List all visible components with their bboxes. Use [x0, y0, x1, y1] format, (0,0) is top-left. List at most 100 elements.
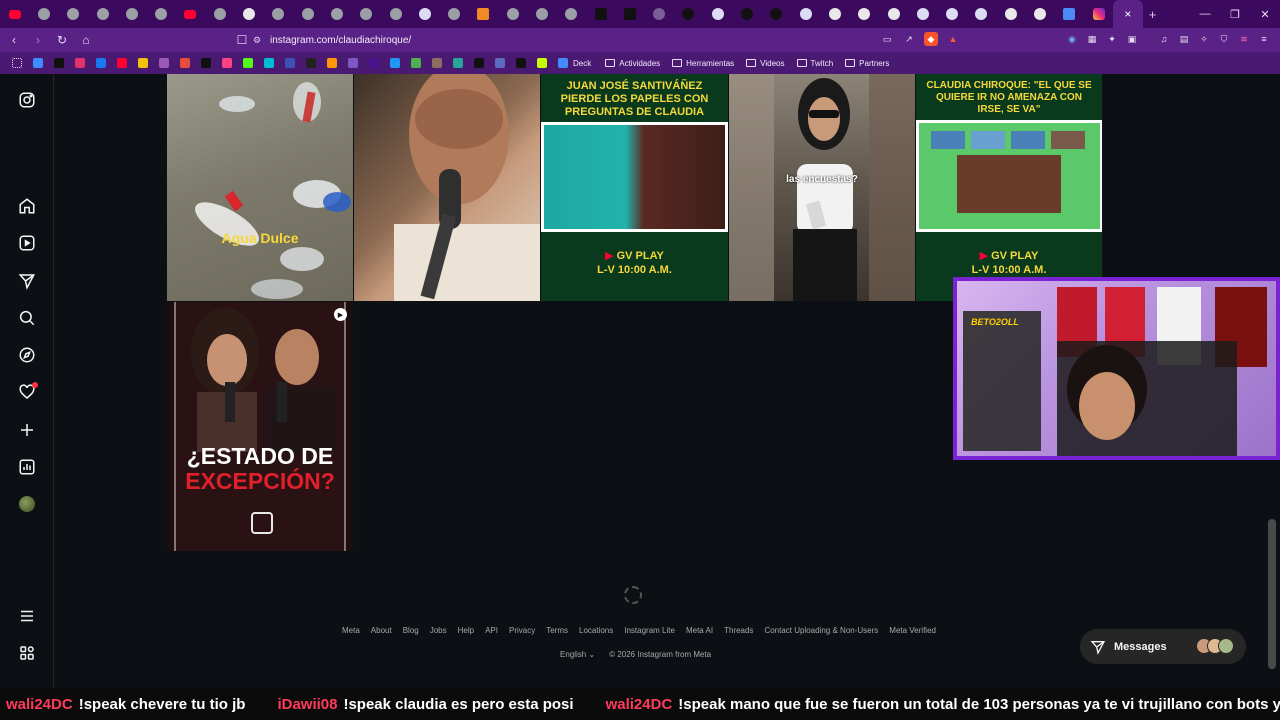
footer-link[interactable]: Meta Verified — [889, 626, 936, 635]
tab[interactable] — [439, 0, 468, 28]
notifications-heart-icon[interactable] — [16, 381, 38, 403]
tab[interactable] — [791, 0, 820, 28]
tab-active[interactable]: × — [1113, 0, 1143, 28]
close-icon[interactable]: × — [1124, 7, 1131, 21]
maximize-icon[interactable]: ❐ — [1220, 0, 1250, 28]
footer-link[interactable]: About — [371, 626, 392, 635]
bookmark-icon[interactable] — [432, 58, 442, 68]
extension-icon[interactable]: ▦ — [1085, 32, 1099, 46]
rewards-icon[interactable]: ▲ — [946, 32, 960, 46]
bookmark-icon[interactable] — [474, 58, 484, 68]
tab[interactable] — [732, 0, 761, 28]
tiktok-icon[interactable] — [54, 58, 64, 68]
bookmark-folder-partners[interactable]: Partners — [845, 59, 889, 68]
kick-icon[interactable] — [243, 58, 253, 68]
bookmark-icon[interactable] — [516, 58, 526, 68]
tab[interactable] — [498, 0, 527, 28]
footer-link[interactable]: Help — [458, 626, 474, 635]
tab[interactable] — [469, 0, 498, 28]
extensions-puzzle-icon[interactable]: ✦ — [1105, 32, 1119, 46]
tab[interactable] — [820, 0, 849, 28]
footer-link[interactable]: Blog — [403, 626, 419, 635]
post-tile[interactable] — [354, 74, 540, 301]
scrollbar-thumb[interactable] — [1268, 519, 1276, 669]
search-icon[interactable] — [16, 307, 38, 329]
tab[interactable] — [117, 0, 146, 28]
post-tile[interactable]: las encuestas? — [729, 74, 915, 301]
bookmark-icon[interactable] — [327, 58, 337, 68]
bookmark-icon[interactable] — [348, 58, 358, 68]
tab[interactable] — [967, 0, 996, 28]
reels-icon[interactable] — [16, 232, 38, 254]
minimize-icon[interactable]: — — [1190, 0, 1220, 28]
tab[interactable] — [1055, 0, 1084, 28]
extension-icon[interactable]: ≋ — [1237, 32, 1251, 46]
post-tile[interactable]: Agua Dulce — [167, 74, 353, 301]
tab[interactable] — [322, 0, 351, 28]
extension-icon[interactable]: ◉ — [1065, 32, 1079, 46]
bookmark-icon[interactable] — [411, 58, 421, 68]
url-field[interactable]: ⚙ instagram.com/claudiachiroque/ — [250, 31, 970, 49]
apps-grid-icon[interactable] — [12, 58, 22, 68]
bookmark-icon[interactable] — [159, 58, 169, 68]
reload-icon[interactable]: ↻ — [52, 30, 72, 50]
tab[interactable] — [615, 0, 644, 28]
new-tab-button[interactable]: + — [1143, 7, 1163, 22]
tab[interactable] — [234, 0, 263, 28]
tab[interactable] — [0, 0, 29, 28]
bookmark-folder-twitch[interactable]: Twitch — [796, 59, 833, 68]
tab[interactable] — [762, 0, 791, 28]
bookmark-icon[interactable]: ☐ — [232, 30, 252, 50]
home-icon[interactable] — [16, 195, 38, 217]
bookmark-icon[interactable] — [180, 58, 190, 68]
post-tile[interactable]: ▶ ¿ESTADO DE EXCEPCIÓN? — [167, 302, 353, 551]
tab[interactable] — [996, 0, 1025, 28]
footer-link[interactable]: Locations — [579, 626, 613, 635]
tab[interactable] — [59, 0, 88, 28]
tab[interactable] — [645, 0, 674, 28]
tab[interactable] — [264, 0, 293, 28]
footer-link[interactable]: Jobs — [430, 626, 447, 635]
tab[interactable] — [938, 0, 967, 28]
tab[interactable] — [88, 0, 117, 28]
bookmark-icon[interactable] — [306, 58, 316, 68]
post-tile[interactable]: JUAN JOSÉ SANTIVÁÑEZ PIERDE LOS PAPELES … — [541, 74, 728, 301]
tab[interactable] — [293, 0, 322, 28]
sidebar-icon[interactable]: ▣ — [1125, 32, 1139, 46]
instagram-logo-icon[interactable] — [16, 89, 38, 111]
bookmark-icon[interactable] — [369, 58, 379, 68]
forward-icon[interactable]: › — [28, 30, 48, 50]
close-window-icon[interactable]: ✕ — [1250, 0, 1280, 28]
profile-avatar[interactable] — [16, 493, 38, 515]
more-menu-icon[interactable] — [16, 605, 38, 627]
footer-link[interactable]: Privacy — [509, 626, 535, 635]
create-plus-icon[interactable] — [16, 419, 38, 441]
bookmark-icon[interactable] — [33, 58, 43, 68]
bookmark-icon[interactable] — [222, 58, 232, 68]
footer-link[interactable]: Meta AI — [686, 626, 713, 635]
tab[interactable] — [586, 0, 615, 28]
share-icon[interactable]: ↗ — [902, 32, 916, 46]
tab[interactable] — [1025, 0, 1054, 28]
tab[interactable] — [908, 0, 937, 28]
also-from-meta-icon[interactable] — [16, 642, 38, 664]
wallet-icon[interactable]: ▤ — [1177, 32, 1191, 46]
tab[interactable] — [176, 0, 205, 28]
footer-link[interactable]: Contact Uploading & Non-Users — [764, 626, 878, 635]
language-select[interactable]: English ⌄ — [560, 650, 595, 659]
bookmark-folder-actividades[interactable]: Actividades — [605, 59, 660, 68]
tab[interactable] — [29, 0, 58, 28]
tab[interactable] — [879, 0, 908, 28]
bookmark-icon[interactable] — [138, 58, 148, 68]
footer-link[interactable]: API — [485, 626, 498, 635]
footer-link[interactable]: Meta — [342, 626, 360, 635]
x-icon[interactable] — [201, 58, 211, 68]
tab[interactable] — [205, 0, 234, 28]
tab[interactable] — [146, 0, 175, 28]
cast-icon[interactable]: ▭ — [880, 32, 894, 46]
dashboard-icon[interactable] — [16, 456, 38, 478]
bookmark-deck[interactable]: Deck — [573, 59, 591, 68]
post-tile[interactable]: CLAUDIA CHIROQUE: "EL QUE SE QUIERE IR N… — [916, 74, 1102, 301]
music-icon[interactable]: ♫ — [1157, 32, 1171, 46]
bookmark-folder-herramientas[interactable]: Herramientas — [672, 59, 734, 68]
